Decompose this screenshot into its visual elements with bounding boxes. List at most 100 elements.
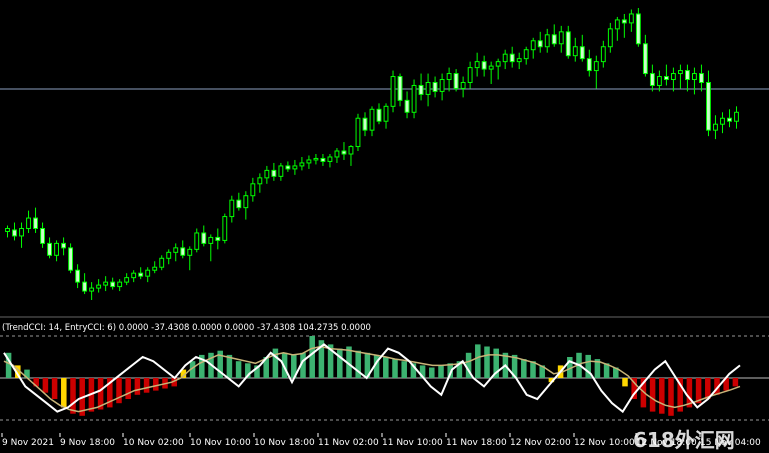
candle-body [236, 199, 242, 209]
candle-body [243, 195, 249, 209]
candle-body [320, 157, 326, 162]
candle-body [706, 81, 711, 131]
candle-body [201, 232, 207, 244]
candle [355, 113, 361, 152]
candle-body [68, 247, 74, 271]
candle-body [110, 281, 116, 288]
candle [68, 243, 74, 274]
candle [635, 8, 641, 47]
x-tick-label: 10 Nov 18:00 [254, 438, 315, 448]
candle-body [383, 105, 389, 122]
candle-body [82, 281, 88, 292]
histogram-bar [235, 361, 242, 378]
candle-body [720, 117, 725, 125]
candle-body [96, 284, 102, 289]
candle [390, 70, 396, 113]
candle-body [734, 111, 739, 122]
candle-body [439, 79, 445, 92]
candle-body [685, 70, 690, 81]
histogram-bar [659, 378, 665, 414]
candle-body [313, 157, 319, 161]
histogram-bar [668, 378, 674, 416]
candle-body [355, 117, 361, 148]
candle-body [250, 183, 256, 197]
candle-body [628, 13, 634, 24]
candle-body [89, 287, 95, 292]
candle-body [103, 281, 109, 286]
candle-body [173, 247, 179, 253]
candle-body [390, 76, 396, 107]
candle-body [565, 31, 571, 57]
candle-body [670, 73, 676, 81]
candle-body [656, 76, 662, 86]
candle-body [327, 156, 333, 162]
candle-body [663, 76, 669, 81]
candle-body [537, 40, 543, 48]
trading-chart: (TrendCCI: 14, EntryCCI: 6) 0.0000 -37.4… [0, 0, 769, 453]
histogram-bar [309, 336, 315, 378]
candle-body [530, 40, 536, 51]
candle-body [341, 150, 347, 155]
candle-body [194, 232, 200, 250]
candle-body [19, 227, 24, 237]
candle-body [257, 177, 263, 185]
histogram-bar [622, 378, 628, 387]
candle-body [278, 165, 284, 177]
candle-body [699, 73, 704, 83]
histogram-bar [272, 348, 279, 378]
histogram-bar [153, 378, 159, 391]
candle-body [692, 73, 697, 81]
candle-body [593, 61, 599, 72]
histogram-bar [143, 378, 150, 393]
candle-body [642, 43, 648, 75]
candle [222, 213, 228, 244]
candle-body [187, 248, 193, 256]
candle-body [152, 266, 158, 271]
candle [411, 79, 417, 119]
candle-body [264, 169, 270, 179]
candle-body [40, 227, 45, 244]
candle-body [5, 227, 10, 232]
candle-body [404, 99, 410, 113]
candle-body [474, 61, 480, 69]
candle-body [586, 58, 592, 72]
candle-body [12, 229, 17, 237]
candle-body [222, 216, 228, 241]
candle-body [551, 34, 557, 45]
histogram-bar [392, 359, 398, 378]
candle-body [621, 19, 627, 24]
histogram-bar [42, 378, 49, 393]
candle-body [26, 217, 31, 229]
histogram-bar [438, 365, 444, 378]
histogram-bar [429, 367, 435, 378]
candle-body [727, 117, 732, 122]
histogram-bar [521, 359, 527, 378]
candle-body [348, 146, 354, 155]
candle-body [713, 123, 718, 131]
candle-body [138, 272, 144, 277]
histogram-bar [383, 357, 389, 378]
candle-body [481, 61, 487, 70]
candle-body [54, 242, 59, 256]
candle-body [159, 257, 165, 268]
candle-body [488, 65, 494, 70]
histogram-bar [484, 346, 490, 378]
candle-body [495, 61, 501, 67]
candle-body [411, 84, 417, 113]
histogram-bar [125, 378, 131, 399]
candle-body [285, 165, 291, 170]
candle-body [523, 49, 529, 60]
candle-body [299, 162, 305, 167]
x-tick-label: 9 Nov 18:00 [60, 438, 115, 448]
candle-body [166, 251, 172, 259]
histogram-bar [70, 378, 76, 414]
candle-body [117, 281, 123, 288]
candle-body [271, 169, 277, 177]
candle-body [229, 199, 235, 218]
candle-body [376, 108, 382, 122]
histogram-bar [337, 348, 343, 378]
histogram-bar [116, 378, 122, 404]
candle-body [453, 73, 459, 89]
indicator-label: (TrendCCI: 14, EntryCCI: 6) 0.0000 -37.4… [2, 323, 371, 333]
candle-body [467, 67, 473, 83]
